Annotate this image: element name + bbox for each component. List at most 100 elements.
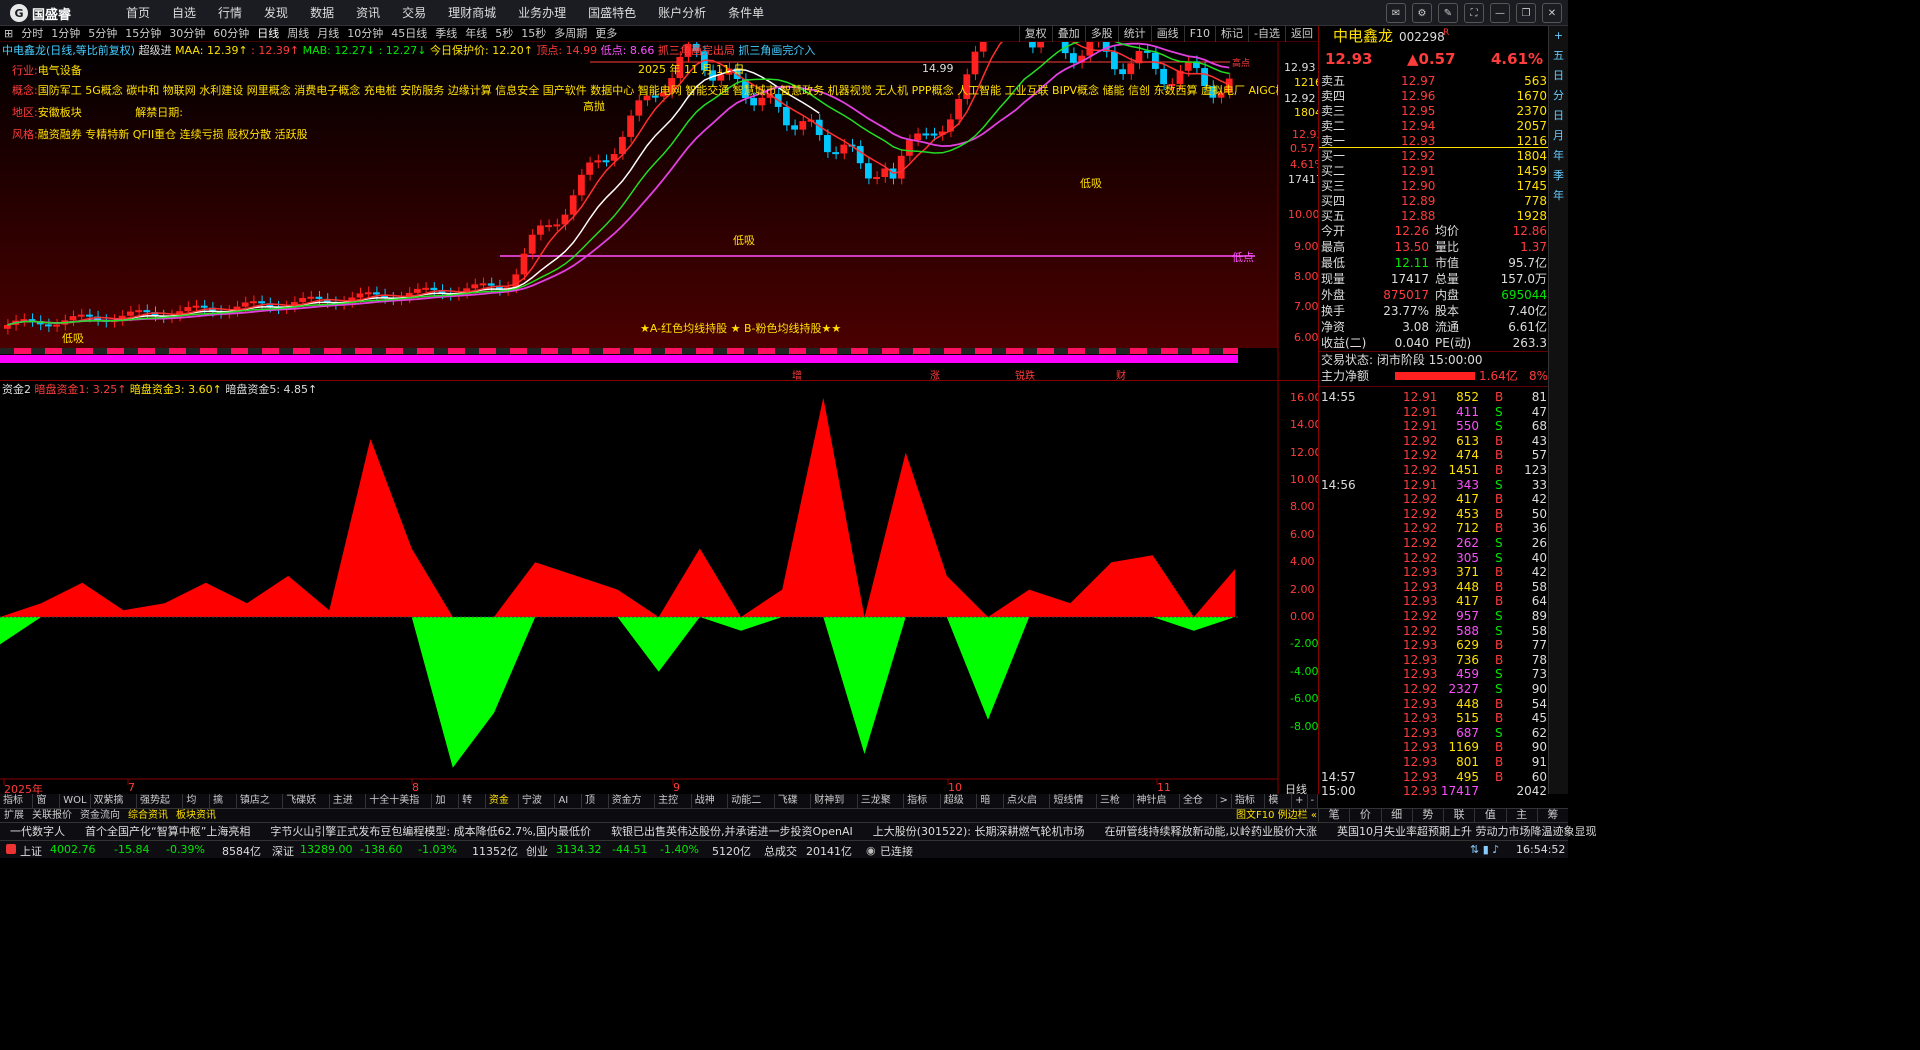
menu-news[interactable]: 资讯 [345, 0, 391, 26]
period-item[interactable]: 月线 [313, 26, 343, 41]
kline-chart[interactable]: 中电鑫龙(日线,等比前复权) 超级进 MAA: 12.39↑ : 12.39↑ … [0, 42, 1325, 382]
period-item[interactable]: 1分钟 [47, 26, 84, 41]
indicator-tab[interactable]: 点火启动 [1004, 794, 1051, 820]
indicator-tab[interactable]: - [1308, 794, 1319, 808]
panel-tab[interactable]: 值 [1474, 808, 1505, 822]
indicator-tab[interactable]: 资金2 [486, 794, 519, 820]
close-icon[interactable]: ✕ [1542, 3, 1562, 23]
indicator-tab[interactable]: 顶底 [582, 794, 609, 820]
skin-icon[interactable]: ✎ [1438, 3, 1458, 23]
period-item-active[interactable]: 日线 [253, 26, 283, 41]
period-item[interactable]: 多周期 [550, 26, 591, 41]
indicator-tab[interactable]: 十全十美指标 [366, 794, 433, 820]
period-item[interactable]: 15秒 [517, 26, 550, 41]
period-item[interactable]: 5分钟 [84, 26, 121, 41]
app-logo[interactable]: G 国盛睿 [10, 3, 90, 23]
tool-remove-watch[interactable]: -自选 [1248, 26, 1285, 42]
tool-draw[interactable]: 画线 [1150, 26, 1184, 42]
indicator-tab[interactable]: AI龙 [555, 794, 582, 820]
panel-tab[interactable]: 价 [1349, 808, 1380, 822]
news-item[interactable]: 在研管线持续释放新动能,以岭药业股价大涨 [1095, 823, 1328, 840]
info-tab[interactable]: 综合资讯 [124, 809, 172, 823]
period-item[interactable]: 45日线 [387, 26, 431, 41]
period-item[interactable]: 15分钟 [121, 26, 165, 41]
indicator-tab[interactable]: 转点 [459, 794, 486, 820]
indicator-tab[interactable]: WOL [60, 794, 91, 808]
menu-conditional-order[interactable]: 条件单 [717, 0, 775, 26]
info-tab[interactable]: 资金流向 [76, 809, 124, 823]
indicator-tab[interactable]: 三枪买 [1097, 794, 1134, 820]
menu-home[interactable]: 首页 [115, 0, 161, 26]
ask-row[interactable]: 卖五 12.97 563 [1319, 73, 1549, 89]
fullscreen-icon[interactable]: ⛶ [1464, 3, 1484, 23]
news-item[interactable]: 首个全国产化“智算中枢”上海亮相 [75, 823, 260, 840]
side-tab[interactable]: 日 [1549, 106, 1568, 126]
side-tab[interactable]: 年 [1549, 146, 1568, 166]
ask-row[interactable]: 卖二 12.94 2057 [1319, 118, 1549, 134]
period-item[interactable]: 60分钟 [209, 26, 253, 41]
period-item[interactable]: 分时 [17, 26, 47, 41]
panel-tab[interactable]: 势 [1411, 808, 1443, 822]
menu-quotes[interactable]: 行情 [207, 0, 253, 26]
indicator-tab[interactable]: 战神号 [692, 794, 729, 820]
tool-stats[interactable]: 统计 [1117, 26, 1151, 42]
indicator-tab[interactable]: 擒龙 [210, 794, 237, 820]
period-item[interactable]: 10分钟 [343, 26, 387, 41]
indicator-tab[interactable]: 主进出 [330, 794, 367, 820]
info-tab[interactable]: 关联报价 [28, 809, 76, 823]
menu-business[interactable]: 业务办理 [507, 0, 577, 26]
tool-multi[interactable]: 多股 [1084, 26, 1118, 42]
side-tab[interactable]: 年 [1549, 186, 1568, 206]
news-item[interactable]: 软银已出售英伟达股份,并承诺进一步投资OpenAI [601, 823, 863, 840]
panel-tab[interactable]: 筹 [1536, 808, 1568, 822]
menu-trade[interactable]: 交易 [391, 0, 437, 26]
period-item[interactable]: 季线 [431, 26, 461, 41]
indicator-chart[interactable]: 资金2 暗盘资金1: 3.25↑ 暗盘资金3: 3.60↑ 暗盘资金5: 4.8… [0, 380, 1322, 796]
side-tab[interactable]: 季 [1549, 166, 1568, 186]
period-item[interactable]: 30分钟 [165, 26, 209, 41]
panel-tab[interactable]: 联 [1443, 808, 1474, 822]
indicator-tab[interactable]: 指标B [1232, 794, 1266, 820]
news-item[interactable]: 上大股份(301522): 长期深耕燃气轮机市场 [863, 823, 1095, 840]
indicator-tab[interactable]: 宁波敢 [519, 794, 556, 820]
bid-row[interactable]: 买四 12.89 778 [1319, 193, 1549, 209]
indicator-tab[interactable]: 短线情绪 [1050, 794, 1097, 820]
indicator-tab[interactable]: + [1292, 794, 1308, 808]
bid-row[interactable]: 买二 12.91 1459 [1319, 163, 1549, 179]
tool-f10[interactable]: F10 [1183, 26, 1215, 42]
period-item[interactable]: 更多 [591, 26, 621, 41]
indicator-tab[interactable]: 飞碟妖 [775, 794, 812, 820]
indicator-tab[interactable]: 超级进 [941, 794, 978, 820]
bid-row[interactable]: 买一 12.92 1804 [1319, 148, 1549, 164]
period-item[interactable]: 周线 [283, 26, 313, 41]
f10-sidebar-toggle[interactable]: 图文F10 例边栏 « [1236, 809, 1317, 823]
side-tab[interactable]: + [1549, 26, 1568, 46]
indicator-tab[interactable]: 双紫擒龙 [91, 794, 137, 820]
bid-row[interactable]: 买三 12.90 1745 [1319, 178, 1549, 194]
side-tab[interactable]: 分 [1549, 86, 1568, 106]
tool-back[interactable]: 返回 [1285, 26, 1318, 42]
menu-discover[interactable]: 发现 [253, 0, 299, 26]
info-tab[interactable]: 板块资讯 [172, 809, 220, 823]
indicator-tab[interactable]: 三龙聚首 [858, 794, 905, 820]
side-tab[interactable]: 五 [1549, 46, 1568, 66]
menu-wealth[interactable]: 理财商城 [437, 0, 507, 26]
indicator-tab[interactable]: 均线 [183, 794, 211, 820]
news-item[interactable]: 英国10月失业率超预期上升 劳动力市场降温迹象显现 [1327, 823, 1607, 840]
info-tab[interactable]: 扩展 [0, 809, 28, 823]
minimize-icon[interactable]: — [1490, 3, 1510, 23]
bid-row[interactable]: 买五 12.88 1928 [1319, 208, 1549, 224]
tool-overlay[interactable]: 叠加 [1051, 26, 1085, 42]
indicator-tab[interactable]: 财神到家 [811, 794, 858, 820]
period-item[interactable]: 年线 [461, 26, 491, 41]
indicator-tab[interactable]: 窗口 [33, 794, 61, 820]
indicator-tab[interactable]: 动能二号 [728, 794, 775, 820]
restore-icon[interactable]: ❐ [1516, 3, 1536, 23]
ask-row[interactable]: 卖三 12.95 2370 [1319, 103, 1549, 119]
indicator-tab[interactable]: 飞碟妖龙 [283, 794, 330, 820]
indicator-tab[interactable]: 强势起爆 [137, 794, 184, 820]
menu-account-analysis[interactable]: 账户分析 [647, 0, 717, 26]
panel-tab[interactable]: 主 [1505, 808, 1537, 822]
indicator-tab[interactable]: 主控盘 [655, 794, 692, 820]
period-item[interactable]: 5秒 [491, 26, 517, 41]
